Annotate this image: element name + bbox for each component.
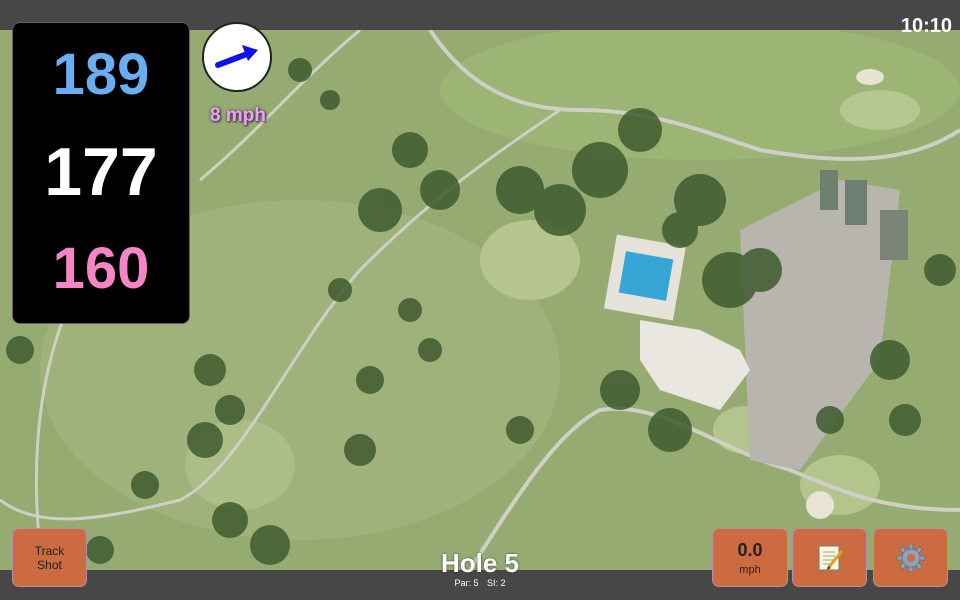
settings-button[interactable] — [873, 528, 948, 587]
center-yardage: 177 — [44, 134, 158, 210]
track-shot-button[interactable]: Track Shot — [12, 528, 87, 587]
speed-value: 0.0 — [737, 539, 763, 560]
hole-info: Hole 5 Par: 5 SI: 2 — [380, 548, 580, 589]
track-shot-label-line1: Track — [34, 543, 65, 558]
hole-title: Hole 5 — [440, 548, 520, 578]
speed-button[interactable]: 0.0 mph — [712, 528, 788, 587]
clock: 10:10 — [900, 15, 952, 37]
speed-unit: mph — [739, 563, 761, 576]
notepad-icon — [818, 545, 843, 570]
hole-par-si: Par: 5 SI: 2 — [380, 578, 580, 589]
notes-button[interactable] — [792, 528, 867, 587]
gear-icon — [896, 543, 925, 572]
wind-speed: 8 mph — [210, 105, 266, 126]
wind-dial — [202, 22, 272, 92]
back-yardage: 189 — [52, 42, 150, 107]
hole-si: SI: 2 — [487, 578, 506, 588]
front-yardage: 160 — [52, 236, 150, 301]
hole-par: Par: 5 — [454, 578, 479, 588]
wind-direction-arrow-icon — [215, 45, 258, 68]
track-shot-label-line2: Shot — [37, 557, 62, 572]
yardage-panel: 189 177 160 — [12, 22, 190, 324]
